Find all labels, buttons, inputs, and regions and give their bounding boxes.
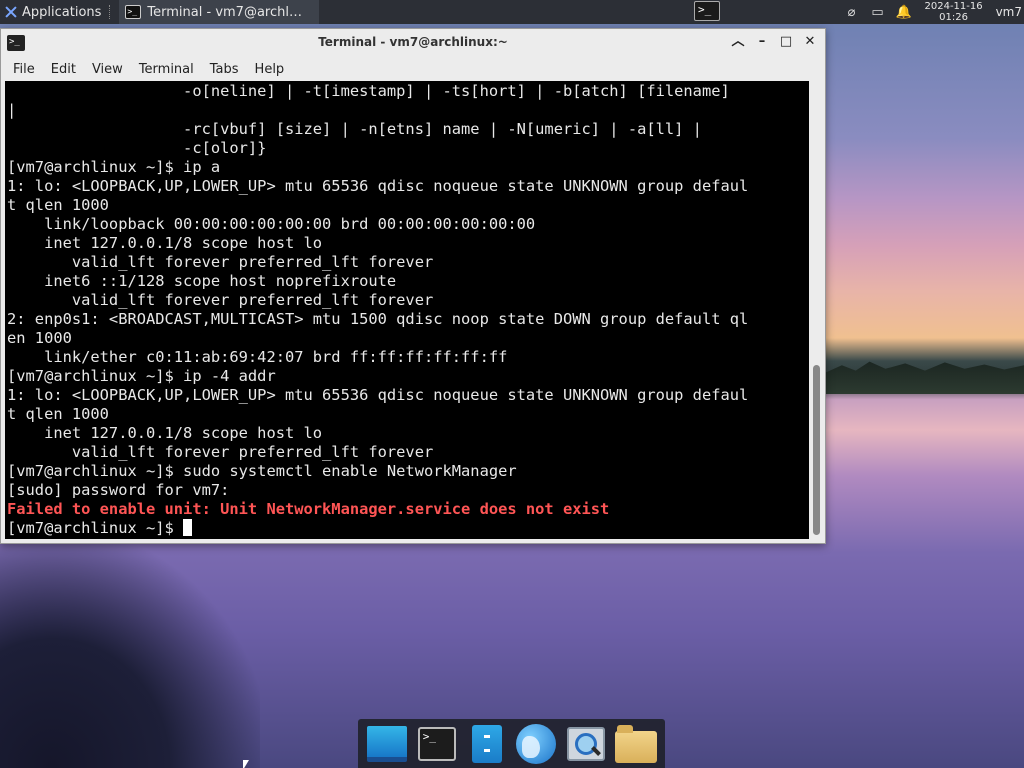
terminal-line: inet6 ::1/128 scope host noprefixroute bbox=[7, 272, 397, 290]
terminal-line: -rc[vbuf] [size] | -n[etns] name | -N[um… bbox=[7, 120, 702, 138]
mouse-pointer-icon bbox=[243, 760, 249, 768]
desktop-icon bbox=[366, 725, 407, 762]
terminal-error-line: Failed to enable unit: Unit NetworkManag… bbox=[7, 500, 610, 518]
user-menu[interactable]: vm7 bbox=[996, 5, 1022, 19]
terminal-line: valid_lft forever preferred_lft forever bbox=[7, 291, 434, 309]
terminal-prompt: [vm7@archlinux ~]$ bbox=[7, 519, 184, 537]
terminal-line: -o[neline] | -t[imestamp] | -ts[hort] | … bbox=[7, 82, 730, 100]
top-panel: Applications >_ Terminal - vm7@archl… >_… bbox=[0, 0, 1024, 24]
maximize-button[interactable]: □ bbox=[777, 33, 795, 51]
battery-icon[interactable]: ▭ bbox=[870, 4, 886, 20]
wallpaper-trees bbox=[0, 540, 260, 768]
terminal-window: >_ Terminal - vm7@archlinux:~ ︿ – □ ✕ Fi… bbox=[0, 28, 826, 544]
taskbar-terminal-button[interactable]: >_ Terminal - vm7@archl… bbox=[119, 0, 320, 24]
terminal-icon: >_ bbox=[125, 5, 142, 19]
dock-terminal[interactable]: >_ bbox=[416, 723, 458, 765]
dock-app-finder[interactable] bbox=[565, 723, 607, 765]
network-disconnected-icon[interactable]: ⌀ bbox=[844, 4, 860, 20]
window-controls: ︿ – □ ✕ bbox=[729, 33, 819, 51]
terminal-line: -c[olor]} bbox=[7, 139, 267, 157]
dock-web-browser[interactable] bbox=[515, 723, 557, 765]
window-title: Terminal - vm7@archlinux:~ bbox=[318, 35, 508, 49]
terminal-output[interactable]: -o[neline] | -t[imestamp] | -ts[hort] | … bbox=[5, 81, 809, 539]
terminal-line: | bbox=[7, 101, 17, 119]
taskbar-terminal-label: Terminal - vm7@archl… bbox=[147, 4, 302, 20]
dock-file-manager[interactable] bbox=[466, 723, 508, 765]
menubar: File Edit View Terminal Tabs Help bbox=[1, 57, 825, 81]
terminal-line: 2: enp0s1: <BROADCAST,MULTICAST> mtu 150… bbox=[7, 310, 749, 328]
minimize-button[interactable]: – bbox=[753, 33, 771, 51]
terminal-line: inet 127.0.0.1/8 scope host lo bbox=[7, 424, 323, 442]
menu-help[interactable]: Help bbox=[247, 62, 293, 77]
system-tray: ⌀ ▭ 🔔 2024-11-16 01:26 vm7 bbox=[844, 0, 1024, 24]
terminal-line: valid_lft forever preferred_lft forever bbox=[7, 253, 434, 271]
terminal-line: t qlen 1000 bbox=[7, 405, 109, 423]
terminal-prompt-line[interactable]: [vm7@archlinux ~]$ bbox=[7, 519, 809, 538]
notification-bell-icon[interactable]: 🔔 bbox=[895, 4, 911, 20]
applications-label: Applications bbox=[22, 4, 102, 20]
terminal-line: [vm7@archlinux ~]$ sudo systemctl enable… bbox=[7, 462, 517, 480]
dock: >_ bbox=[358, 719, 665, 768]
app-finder-icon bbox=[567, 726, 606, 761]
menu-tabs[interactable]: Tabs bbox=[202, 62, 247, 77]
window-titlebar[interactable]: >_ Terminal - vm7@archlinux:~ ︿ – □ ✕ bbox=[1, 29, 825, 57]
terminal-line: [sudo] password for vm7: bbox=[7, 481, 230, 499]
terminal-line: link/ether c0:11:ab:69:42:07 brd ff:ff:f… bbox=[7, 348, 508, 366]
terminal-line: t qlen 1000 bbox=[7, 196, 109, 214]
tray-terminal-icon[interactable]: >_ bbox=[694, 1, 720, 21]
wallpaper-treeline bbox=[826, 361, 1024, 394]
menu-edit[interactable]: Edit bbox=[43, 62, 84, 77]
clock-time: 01:26 bbox=[939, 12, 968, 23]
scrollbar-thumb[interactable] bbox=[813, 365, 820, 535]
panel-separator bbox=[109, 5, 115, 19]
applications-menu-button[interactable]: Applications bbox=[0, 0, 105, 24]
dock-show-desktop[interactable] bbox=[366, 723, 408, 765]
clock[interactable]: 2024-11-16 01:26 bbox=[922, 1, 986, 23]
terminal-line: inet 127.0.0.1/8 scope host lo bbox=[7, 234, 323, 252]
terminal-scrollbar[interactable] bbox=[811, 81, 823, 539]
menu-terminal[interactable]: Terminal bbox=[131, 62, 202, 77]
terminal-line: link/loopback 00:00:00:00:00:00 brd 00:0… bbox=[7, 215, 536, 233]
terminal-line: [vm7@archlinux ~]$ ip -4 addr bbox=[7, 367, 276, 385]
menu-file[interactable]: File bbox=[5, 62, 43, 77]
web-browser-icon bbox=[516, 723, 557, 764]
terminal-icon: >_ bbox=[417, 726, 456, 761]
terminal-line: [vm7@archlinux ~]$ ip a bbox=[7, 158, 221, 176]
menu-view[interactable]: View bbox=[84, 62, 131, 77]
xfce-logo-icon bbox=[4, 5, 18, 19]
text-cursor bbox=[183, 519, 193, 536]
close-button[interactable]: ✕ bbox=[801, 33, 819, 51]
chevron-up-icon[interactable]: ︿ bbox=[729, 33, 747, 51]
terminal-line: valid_lft forever preferred_lft forever bbox=[7, 443, 434, 461]
terminal-line: 1: lo: <LOOPBACK,UP,LOWER_UP> mtu 65536 … bbox=[7, 177, 749, 195]
terminal-line: en 1000 bbox=[7, 329, 72, 347]
terminal-line: 1: lo: <LOOPBACK,UP,LOWER_UP> mtu 65536 … bbox=[7, 386, 749, 404]
clock-date: 2024-11-16 bbox=[924, 1, 983, 12]
dock-folder[interactable] bbox=[615, 723, 658, 765]
folder-icon bbox=[615, 724, 658, 763]
file-manager-icon bbox=[471, 724, 502, 763]
